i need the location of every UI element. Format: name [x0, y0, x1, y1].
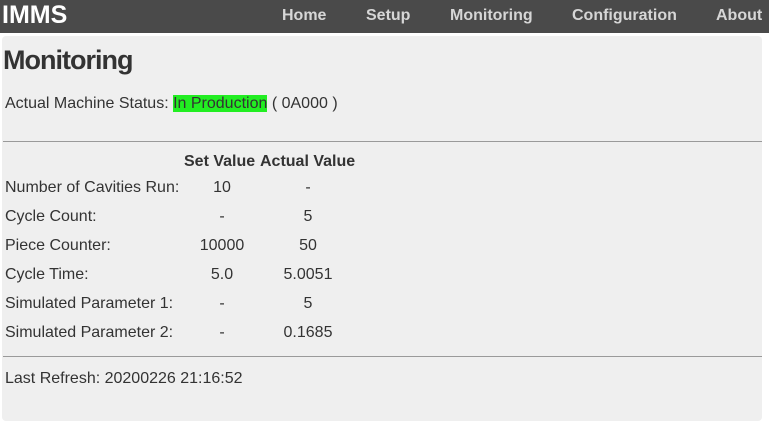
machine-status: Actual Machine Status: In Production ( 0… [5, 95, 338, 113]
set-value: - [219, 295, 225, 312]
header-set-value: Set Value [184, 153, 256, 170]
header-actual-value: Actual Value [260, 153, 356, 170]
table-row: Number of Cavities Run: 10 - [2, 179, 402, 208]
set-value: 5.0 [210, 266, 234, 283]
actual-value: 5 [303, 208, 313, 225]
row-label: Cycle Time: [5, 266, 89, 283]
parameter-table: Set Value Actual Value Number of Cavitie… [2, 153, 402, 353]
nav-setup[interactable]: Setup [366, 0, 410, 33]
top-navbar: IMMS Home Setup Monitoring Configuration… [0, 0, 769, 33]
nav-about[interactable]: About [716, 0, 762, 33]
set-value: 10000 [199, 237, 245, 254]
table-row: Cycle Count: - 5 [2, 208, 402, 237]
page-title: Monitoring [3, 45, 133, 75]
nav-monitoring[interactable]: Monitoring [450, 0, 533, 33]
divider-top [3, 141, 762, 142]
table-row: Cycle Time: 5.0 5.0051 [2, 266, 402, 295]
actual-value: 0.1685 [283, 324, 333, 341]
table-row: Piece Counter: 10000 50 [2, 237, 402, 266]
set-value: - [219, 324, 225, 341]
row-label: Simulated Parameter 1: [5, 295, 174, 312]
divider-bottom [3, 356, 762, 357]
actual-value: 50 [299, 237, 317, 254]
row-label: Simulated Parameter 2: [5, 324, 174, 341]
nav-configuration[interactable]: Configuration [572, 0, 677, 33]
set-value: 10 [213, 179, 231, 196]
row-label: Cycle Count: [5, 208, 97, 225]
last-refresh: Last Refresh: 20200226 21:16:52 [5, 370, 243, 388]
table-row: Simulated Parameter 1: - 5 [2, 295, 402, 324]
refresh-label: Last Refresh: [5, 370, 101, 387]
status-code: ( 0A000 ) [271, 95, 338, 112]
refresh-timestamp: 20200226 21:16:52 [104, 370, 243, 387]
status-label: Actual Machine Status: [5, 95, 169, 112]
row-label: Piece Counter: [5, 237, 111, 254]
nav-home[interactable]: Home [282, 0, 326, 33]
actual-value: 5.0051 [283, 266, 333, 283]
actual-value: - [305, 179, 311, 196]
brand-logo[interactable]: IMMS [2, 0, 67, 33]
row-label: Number of Cavities Run: [5, 179, 180, 196]
table-row: Simulated Parameter 2: - 0.1685 [2, 324, 402, 353]
status-badge: In Production [173, 95, 268, 112]
set-value: - [219, 208, 225, 225]
monitoring-panel: Monitoring Actual Machine Status: In Pro… [2, 36, 762, 421]
actual-value: 5 [303, 295, 313, 312]
